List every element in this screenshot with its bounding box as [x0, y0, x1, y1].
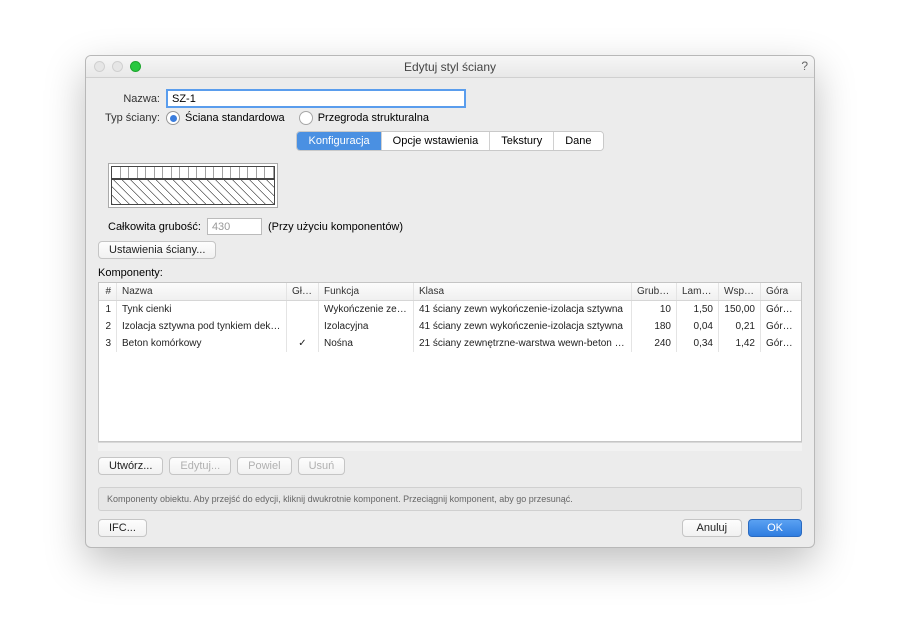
tabbar: Konfiguracja Opcje wstawienia Tekstury D…	[296, 131, 603, 151]
cell-function: Izolacyjna	[319, 318, 414, 335]
h-scrollbar[interactable]	[98, 442, 802, 451]
help-button[interactable]: ?	[801, 59, 808, 73]
name-input[interactable]	[166, 89, 466, 108]
tabbar-wrap: Konfiguracja Opcje wstawienia Tekstury D…	[98, 131, 802, 151]
cell-idx: 1	[99, 301, 117, 318]
cell-thickness: 240	[632, 335, 677, 352]
thickness-input[interactable]	[207, 218, 262, 235]
cell-thickness: 180	[632, 318, 677, 335]
component-buttons: Utwórz... Edytuj... Powiel Usuń	[98, 457, 802, 475]
hint-text: Komponenty obiektu. Aby przejść do edycj…	[98, 487, 802, 511]
table-row[interactable]: 3Beton komórkowy✓Nośna21 ściany zewnętrz…	[99, 335, 801, 352]
cell-coeff: 150,00	[719, 301, 761, 318]
duplicate-button[interactable]: Powiel	[237, 457, 291, 475]
cell-main: ✓	[287, 335, 319, 352]
cell-class: 41 ściany zewn wykończenie-izolacja szty…	[414, 318, 632, 335]
dialog-window: Edytuj styl ściany ? Nazwa: Typ ściany: …	[85, 55, 815, 548]
cell-idx: 3	[99, 335, 117, 352]
cell-class: 21 ściany zewnętrzne-warstwa wewn-beton …	[414, 335, 632, 352]
cell-thickness: 10	[632, 301, 677, 318]
components-label: Komponenty:	[98, 267, 802, 279]
cell-top: Górna krawędź	[761, 318, 801, 335]
table-row[interactable]: 2Izolacja sztywna pod tynkiem dekoracyjn…	[99, 318, 801, 335]
window-title: Edytuj styl ściany	[86, 60, 814, 74]
cell-lambda: 0,34	[677, 335, 719, 352]
preview-layer-bottom	[111, 179, 275, 205]
traffic-lights	[94, 61, 141, 72]
titlebar: Edytuj styl ściany ?	[86, 56, 814, 78]
radio-structural[interactable]: Przegroda strukturalna	[299, 111, 429, 125]
cell-idx: 2	[99, 318, 117, 335]
col-name[interactable]: Nazwa	[117, 283, 287, 300]
col-coeff[interactable]: Współ...	[719, 283, 761, 300]
cell-name: Izolacja sztywna pod tynkiem dekoracyjny…	[117, 318, 287, 335]
tab-konfiguracja[interactable]: Konfiguracja	[297, 132, 381, 150]
cell-name: Beton komórkowy	[117, 335, 287, 352]
delete-button[interactable]: Usuń	[298, 457, 346, 475]
tab-dane[interactable]: Dane	[554, 132, 602, 150]
tab-opcje-wstawienia[interactable]: Opcje wstawienia	[382, 132, 491, 150]
wall-type-radios: Ściana standardowa Przegroda strukturaln…	[166, 111, 429, 125]
row-type: Typ ściany: Ściana standardowa Przegroda…	[98, 111, 802, 125]
thickness-label: Całkowita grubość:	[108, 221, 201, 233]
col-main[interactable]: Głó...	[287, 283, 319, 300]
radio-label: Ściana standardowa	[185, 112, 285, 124]
cell-main	[287, 301, 319, 318]
cell-coeff: 0,21	[719, 318, 761, 335]
thickness-row: Całkowita grubość: (Przy użyciu komponen…	[108, 218, 802, 235]
cancel-button[interactable]: Anuluj	[682, 519, 743, 537]
col-index[interactable]: #	[99, 283, 117, 300]
dialog-content: Nazwa: Typ ściany: Ściana standardowa Pr…	[86, 78, 814, 547]
wall-settings-button[interactable]: Ustawienia ściany...	[98, 241, 216, 259]
cell-function: Nośna	[319, 335, 414, 352]
edit-button[interactable]: Edytuj...	[169, 457, 231, 475]
cell-name: Tynk cienki	[117, 301, 287, 318]
wall-preview	[108, 163, 278, 208]
zoom-icon[interactable]	[130, 61, 141, 72]
tab-tekstury[interactable]: Tekstury	[490, 132, 554, 150]
thickness-hint: (Przy użyciu komponentów)	[268, 221, 403, 233]
ok-button[interactable]: OK	[748, 519, 802, 537]
radio-standard[interactable]: Ściana standardowa	[166, 111, 285, 125]
col-lambda[interactable]: Lambda	[677, 283, 719, 300]
ifc-button[interactable]: IFC...	[98, 519, 147, 537]
cell-lambda: 1,50	[677, 301, 719, 318]
col-top[interactable]: Góra	[761, 283, 801, 300]
name-label: Nazwa:	[98, 93, 160, 105]
footer: IFC... Anuluj OK	[98, 519, 802, 537]
close-icon[interactable]	[94, 61, 105, 72]
table-row[interactable]: 1Tynk cienki Wykończenie zewn...41 ściany…	[99, 301, 801, 318]
table-body: 1Tynk cienki Wykończenie zewn...41 ściany…	[99, 301, 801, 352]
cell-function: Wykończenie zewn...	[319, 301, 414, 318]
col-thickness[interactable]: Grubość	[632, 283, 677, 300]
cell-coeff: 1,42	[719, 335, 761, 352]
minimize-icon[interactable]	[112, 61, 123, 72]
radio-icon	[299, 111, 313, 125]
cell-top: Górna krawędź	[761, 335, 801, 352]
radio-label: Przegroda strukturalna	[318, 112, 429, 124]
cell-class: 41 ściany zewn wykończenie-izolacja szty…	[414, 301, 632, 318]
col-class[interactable]: Klasa	[414, 283, 632, 300]
create-button[interactable]: Utwórz...	[98, 457, 163, 475]
cell-top: Górna krawędź	[761, 301, 801, 318]
row-name: Nazwa:	[98, 89, 802, 108]
components-table[interactable]: # Nazwa Głó... Funkcja Klasa Grubość Lam…	[98, 282, 802, 442]
preview-layer-top	[111, 166, 275, 179]
col-function[interactable]: Funkcja	[319, 283, 414, 300]
cell-lambda: 0,04	[677, 318, 719, 335]
cell-main	[287, 318, 319, 335]
radio-icon	[166, 111, 180, 125]
type-label: Typ ściany:	[98, 112, 160, 124]
table-header: # Nazwa Głó... Funkcja Klasa Grubość Lam…	[99, 283, 801, 301]
